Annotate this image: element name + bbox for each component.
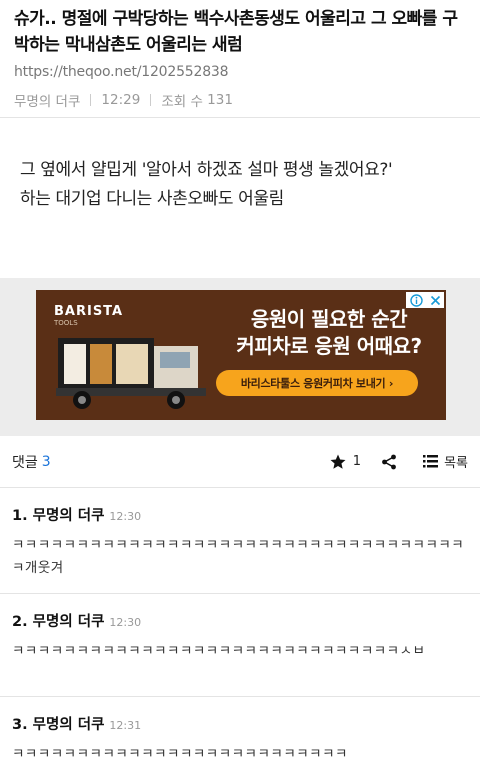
comment-time: 12:30 [109, 616, 142, 629]
comment-header: 3. 무명의 더쿠 12:31 [12, 713, 468, 734]
comment-item: 2. 무명의 더쿠 12:30 ㅋㅋㅋㅋㅋㅋㅋㅋㅋㅋㅋㅋㅋㅋㅋㅋㅋㅋㅋㅋㅋㅋㅋㅋ… [0, 594, 480, 697]
post-time: 12:29 [101, 92, 141, 108]
post-body-line: 그 옆에서 얄밉게 '알아서 하겠죠 설마 평생 놀겠어요?' [20, 160, 393, 180]
comment-text: ㅋㅋㅋㅋㅋㅋㅋㅋㅋㅋㅋㅋㅋㅋㅋㅋㅋㅋㅋㅋㅋㅋㅋㅋㅋㅋㅋㅋㅋㅋㅅㅂ [12, 643, 426, 659]
comment-text: ㅋㅋㅋㅋㅋㅋㅋㅋㅋㅋㅋㅋㅋㅋㅋㅋㅋㅋㅋㅋㅋㅋㅋㅋㅋㅋ [12, 746, 348, 762]
post-url[interactable]: https://theqoo.net/1202552838 [14, 64, 466, 80]
comment-item: 1. 무명의 더쿠 12:30 ㅋㅋㅋㅋㅋㅋㅋㅋㅋㅋㅋㅋㅋㅋㅋㅋㅋㅋㅋㅋㅋㅋㅋㅋ… [0, 488, 480, 594]
comments-toolbar: 댓글 3 1 목록 [0, 436, 480, 488]
star-count: 1 [352, 454, 362, 469]
post-body: 그 옆에서 얄밉게 '알아서 하겠죠 설마 평생 놀겠어요?' 하는 대기업 다… [0, 118, 480, 278]
ad-headline: 응원이 필요한 순간 커피차로 응원 어때요? [224, 306, 434, 360]
list-icon [423, 455, 439, 468]
comment-time: 12:30 [109, 510, 142, 523]
ad-close-icon[interactable] [430, 295, 441, 306]
share-button[interactable] [381, 454, 403, 470]
post-author: 무명의 더쿠 [14, 94, 81, 110]
comment-index: 3. [12, 717, 28, 733]
comment-author: 무명의 더쿠 [32, 614, 105, 630]
comment-author: 무명의 더쿠 [32, 508, 105, 524]
views-label: 조회 수 [161, 94, 203, 110]
ad-headline-line1: 응원이 필요한 순간 [250, 307, 408, 331]
ad-brand-name: BARISTA [54, 304, 124, 319]
post-title: 슈가.. 명절에 구박당하는 백수사촌동생도 어울리고 그 오빠를 구박하는 막… [14, 9, 458, 55]
star-button[interactable]: 1 [329, 453, 361, 471]
views-count: 131 [207, 92, 233, 108]
star-icon [330, 454, 346, 469]
post-body-line: 하는 대기업 다니는 사촌오빠도 어울림 [20, 189, 284, 209]
comment-item: 3. 무명의 더쿠 12:31 ㅋㅋㅋㅋㅋㅋㅋㅋㅋㅋㅋㅋㅋㅋㅋㅋㅋㅋㅋㅋㅋㅋㅋㅋ… [0, 697, 480, 766]
meta-divider [90, 94, 92, 106]
ad-brand-sub: TOOLS [54, 319, 78, 327]
comment-header: 1. 무명의 더쿠 12:30 [12, 504, 468, 525]
ad-info-icon[interactable] [409, 293, 423, 307]
ad-container: BARISTA TOOLS 응원이 필요한 순간 커피차로 응원 어때요? 바리… [0, 278, 480, 436]
post-header: 슈가.. 명절에 구박당하는 백수사촌동생도 어울리고 그 오빠를 구박하는 막… [0, 0, 480, 118]
coffee-truck-icon [56, 338, 206, 409]
comments-label: 댓글 [12, 454, 38, 471]
comment-text: ㅋㅋㅋㅋㅋㅋㅋㅋㅋㅋㅋㅋㅋㅋㅋㅋㅋㅋㅋㅋㅋㅋㅋㅋㅋㅋㅋㅋㅋㅋㅋㅋㅋㅋㅋㅋ개웃겨 [12, 537, 465, 576]
meta-divider [150, 94, 152, 106]
comment-index: 2. [12, 614, 28, 630]
post-meta: 무명의 더쿠 12:29 조회 수 131 [14, 90, 466, 110]
ad-choices-badge[interactable] [406, 292, 444, 308]
comment-header: 2. 무명의 더쿠 12:30 [12, 610, 468, 631]
comment-author: 무명의 더쿠 [32, 717, 105, 733]
comment-time: 12:31 [109, 719, 142, 732]
chevron-right-icon: › [388, 376, 394, 390]
list-button[interactable]: 목록 [423, 452, 468, 471]
ad-banner[interactable]: BARISTA TOOLS 응원이 필요한 순간 커피차로 응원 어때요? 바리… [36, 290, 446, 420]
comments-count: 3 [41, 453, 51, 470]
ad-cta-label: 바리스타툴스 응원커피차 보내기 [240, 377, 386, 390]
ad-cta-button[interactable]: 바리스타툴스 응원커피차 보내기 › [216, 370, 418, 396]
ad-brand-logo: BARISTA TOOLS [54, 304, 123, 327]
list-label: 목록 [444, 456, 468, 471]
ad-headline-line2: 커피차로 응원 어때요? [236, 334, 422, 358]
share-icon [382, 454, 396, 469]
comment-index: 1. [12, 508, 28, 524]
